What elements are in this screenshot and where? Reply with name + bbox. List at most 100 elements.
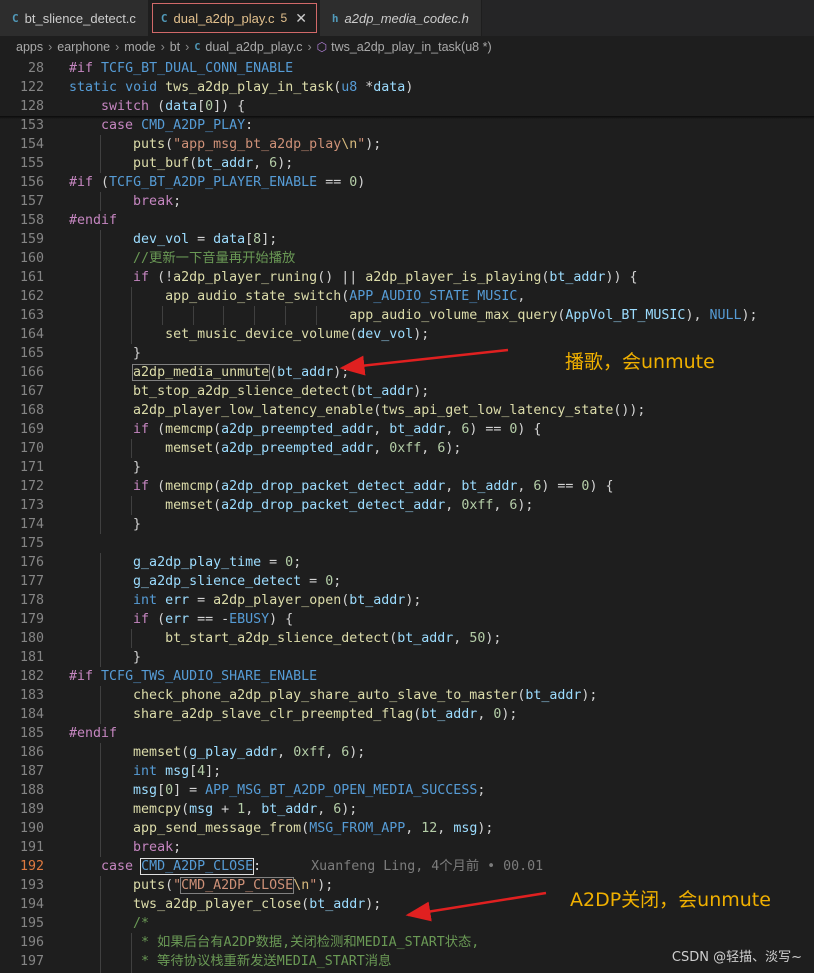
line-number: 159 (19, 232, 44, 247)
line-number: 188 (19, 783, 44, 798)
tab-bt-slience-detect-c[interactable]: Cbt_slience_detect.c (0, 0, 149, 36)
code-text: } (69, 346, 142, 361)
code-line[interactable]: 163 app_audio_volume_max_query(AppVol_BT… (0, 306, 814, 325)
code-line[interactable]: 162 app_audio_state_switch(APP_AUDIO_STA… (0, 287, 814, 306)
code-line[interactable]: 189 memcpy(msg + 1, bt_addr, 6); (0, 800, 814, 819)
code-line[interactable]: 159 dev_vol = data[8]; (0, 230, 814, 249)
code-line[interactable]: 170 memset(a2dp_preempted_addr, 0xff, 6)… (0, 439, 814, 458)
code-line[interactable]: 28 #if TCFG_BT_DUAL_CONN_ENABLE (0, 59, 814, 78)
breadcrumb-item[interactable]: apps (16, 40, 43, 54)
code-line[interactable]: 122 static void tws_a2dp_play_in_task(u8 … (0, 78, 814, 97)
code-text: memcpy(msg + 1, bt_addr, 6); (133, 802, 358, 817)
tab-bar-empty-area (481, 0, 814, 36)
code-text: set_music_device_volume(dev_vol); (165, 327, 430, 342)
code-line[interactable]: 190 app_send_message_from(MSG_FROM_APP, … (0, 819, 814, 838)
chevron-right-icon: › (115, 40, 120, 54)
line-number: 161 (19, 270, 44, 285)
line-number: 169 (19, 422, 44, 437)
code-text: } (69, 650, 142, 665)
code-text: puts("CMD_A2DP_CLOSE\n"); (133, 877, 334, 894)
code-line[interactable]: 172 if (memcmp(a2dp_drop_packet_detect_a… (0, 477, 814, 496)
code-text: app_audio_volume_max_query(AppVol_BT_MUS… (349, 308, 758, 323)
line-number: 189 (19, 802, 44, 817)
code-line[interactable]: 179 if (err == -EBUSY) { (0, 610, 814, 629)
code-line[interactable]: 174 } (0, 515, 814, 534)
close-icon[interactable]: ✕ (295, 10, 307, 27)
line-number: 122 (19, 80, 44, 95)
line-number: 156 (19, 175, 44, 190)
code-line[interactable]: 175 (0, 534, 814, 553)
code-text: #endif (69, 213, 118, 228)
line-number: 28 (27, 61, 44, 76)
code-line[interactable]: 167 bt_stop_a2dp_slience_detect(bt_addr)… (0, 382, 814, 401)
code-line[interactable]: 191 break; (0, 838, 814, 857)
code-text: bt_stop_a2dp_slience_detect(bt_addr); (133, 384, 430, 399)
code-line[interactable]: 181 } (0, 648, 814, 667)
breadcrumb-item[interactable]: bt (170, 40, 180, 54)
code-line[interactable]: 169 if (memcmp(a2dp_preempted_addr, bt_a… (0, 420, 814, 439)
code-line[interactable]: 157 break; (0, 192, 814, 211)
code-line[interactable]: 183 check_phone_a2dp_play_share_auto_sla… (0, 686, 814, 705)
tab-label: bt_slience_detect.c (24, 10, 136, 26)
line-number: 196 (19, 935, 44, 950)
code-line[interactable]: 188 msg[0] = APP_MSG_BT_A2DP_OPEN_MEDIA_… (0, 781, 814, 800)
code-line[interactable]: 195 /* (0, 914, 814, 933)
line-number: 186 (19, 745, 44, 760)
code-line[interactable]: 192 case CMD_A2DP_CLOSE: Xuanfeng Ling, 4… (0, 857, 814, 876)
tab-label: dual_a2dp_play.c (173, 10, 275, 26)
code-line[interactable]: 155 put_buf(bt_addr, 6); (0, 154, 814, 173)
csdn-watermark: CSDN @轻描、淡写~ (671, 950, 802, 965)
code-text: msg[0] = APP_MSG_BT_A2DP_OPEN_MEDIA_SUCC… (133, 783, 486, 798)
line-number: 181 (19, 650, 44, 665)
git-blame-annotation: Xuanfeng Ling, 4个月前 • 00.01 (311, 859, 544, 874)
code-line[interactable]: 173 memset(a2dp_drop_packet_detect_addr,… (0, 496, 814, 515)
code-line[interactable]: 176 g_a2dp_play_time = 0; (0, 553, 814, 572)
code-line[interactable]: 168 a2dp_player_low_latency_enable(tws_a… (0, 401, 814, 420)
code-line[interactable]: 158 #endif (0, 211, 814, 230)
code-text: g_a2dp_play_time = 0; (133, 555, 302, 570)
code-text: if (memcmp(a2dp_preempted_addr, bt_addr,… (133, 422, 542, 437)
code-text: bt_start_a2dp_slience_detect(bt_addr, 50… (165, 631, 502, 646)
code-text: app_audio_state_switch(APP_AUDIO_STATE_M… (165, 289, 526, 304)
line-number: 197 (19, 954, 44, 969)
code-line[interactable]: 185 #endif (0, 724, 814, 743)
tab-dual-a2dp-play-c[interactable]: Cdual_a2dp_play.c 5 ✕ (148, 0, 320, 36)
line-number: 179 (19, 612, 44, 627)
line-number: 195 (19, 916, 44, 931)
line-number: 176 (19, 555, 44, 570)
sticky-scroll-separator (0, 116, 814, 119)
code-line[interactable]: 184 share_a2dp_slave_clr_preempted_flag(… (0, 705, 814, 724)
breadcrumb-item[interactable]: mode (124, 40, 155, 54)
line-number: 194 (19, 897, 44, 912)
code-line[interactable]: 156 #if (TCFG_BT_A2DP_PLAYER_ENABLE == 0) (0, 173, 814, 192)
code-text: * 如果后台有A2DP数据,关闭检测和MEDIA_START状态, (69, 935, 480, 950)
code-text: memset(a2dp_preempted_addr, 0xff, 6); (165, 441, 462, 456)
breadcrumb-item[interactable]: earphone (57, 40, 110, 54)
code-line[interactable]: 154 puts("app_msg_bt_a2dp_play\n"); (0, 135, 814, 154)
code-line[interactable]: 160 //更新一下音量再开始播放 (0, 249, 814, 268)
code-text: share_a2dp_slave_clr_preempted_flag(bt_a… (133, 707, 518, 722)
code-line[interactable]: 164 set_music_device_volume(dev_vol); (0, 325, 814, 344)
code-line[interactable]: 171 } (0, 458, 814, 477)
code-line[interactable]: 161 if (!a2dp_player_runing() || a2dp_pl… (0, 268, 814, 287)
code-text: #if TCFG_TWS_AUDIO_SHARE_ENABLE (69, 669, 318, 684)
code-text: g_a2dp_slience_detect = 0; (133, 574, 342, 589)
line-number: 162 (19, 289, 44, 304)
code-line[interactable]: 187 int msg[4]; (0, 762, 814, 781)
breadcrumb-item[interactable]: tws_a2dp_play_in_task(u8 *) (331, 40, 492, 54)
code-text: #endif (69, 726, 118, 741)
code-text: #if (TCFG_BT_A2DP_PLAYER_ENABLE == 0) (69, 175, 366, 190)
breadcrumb: apps › earphone › mode › bt › Cdual_a2dp_play.c ›… (0, 36, 814, 58)
tab-a2dp-media-codec-h[interactable]: h a2dp_media_codec.h (319, 0, 482, 36)
code-line[interactable]: 180 bt_start_a2dp_slience_detect(bt_addr… (0, 629, 814, 648)
code-line[interactable]: 186 memset(g_play_addr, 0xff, 6); (0, 743, 814, 762)
code-line[interactable]: 128 switch (data[0]) { (0, 97, 814, 116)
breadcrumb-item[interactable]: dual_a2dp_play.c (205, 40, 302, 54)
code-line[interactable]: 178 int err = a2dp_player_open(bt_addr); (0, 591, 814, 610)
code-editor[interactable]: 28 #if TCFG_BT_DUAL_CONN_ENABLE 122 static … (0, 58, 814, 973)
tab-label: a2dp_media_codec.h (344, 10, 469, 26)
code-text: int err = a2dp_player_open(bt_addr); (133, 593, 422, 608)
code-line[interactable]: 177 g_a2dp_slience_detect = 0; (0, 572, 814, 591)
line-number: 155 (19, 156, 44, 171)
code-line[interactable]: 182 #if TCFG_TWS_AUDIO_SHARE_ENABLE (0, 667, 814, 686)
